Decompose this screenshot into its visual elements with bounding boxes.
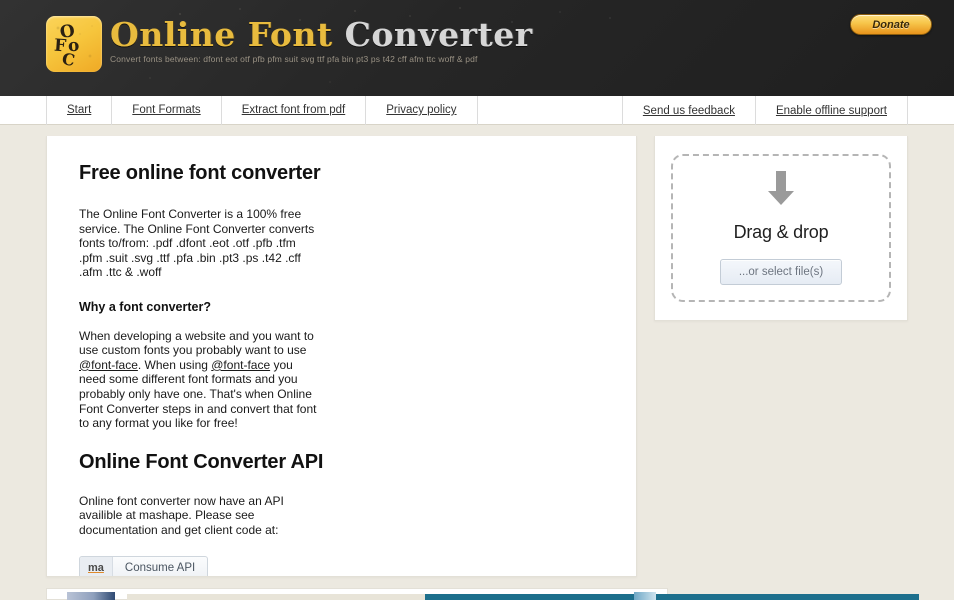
font-face-link-2[interactable]: @font-face: [211, 358, 270, 372]
api-heading: Online Font Converter API: [79, 450, 324, 473]
donate-button[interactable]: Donate: [850, 14, 932, 35]
nav-left-group: Start Font Formats Extract font from pdf…: [46, 95, 478, 125]
main-navigation: Start Font Formats Extract font from pdf…: [0, 95, 954, 125]
why-paragraph: When developing a website and you want t…: [79, 329, 319, 431]
dropzone-label: Drag & drop: [733, 222, 829, 242]
ad-right-badge: [634, 592, 656, 600]
content-card: Free online font converter The Online Fo…: [46, 136, 637, 577]
nav-item-extract-font-from-pdf[interactable]: Extract font from pdf: [220, 95, 366, 125]
nav-right-group: Send us feedback Enable offline support: [621, 96, 908, 125]
ad-frame[interactable]: [46, 588, 919, 600]
consume-api-button[interactable]: ma Consume API: [79, 555, 209, 576]
content-column: The Online Font Converter is a 100% free…: [79, 207, 319, 431]
nav-item-start[interactable]: Start: [46, 95, 111, 125]
nav-item-send-us-feedback[interactable]: Send us feedback: [621, 96, 755, 125]
nav-item-extract-font-from-pdf-label: Extract font from pdf: [241, 104, 346, 116]
nav-item-start-label: Start: [67, 104, 92, 116]
down-arrow-icon: [766, 171, 796, 212]
ad-text-placeholder: [127, 594, 425, 600]
page-title: Free online font converter: [79, 162, 321, 184]
select-files-button[interactable]: ...or select file(s): [719, 259, 843, 285]
nav-item-enable-offline-support[interactable]: Enable offline support: [754, 96, 908, 125]
nav-item-enable-offline-support-label: Enable offline support: [775, 104, 887, 117]
consume-api-label: Consume API: [124, 562, 196, 574]
ad-banner-bar: [425, 594, 919, 600]
site-title: Online Font Converter: [110, 15, 533, 54]
why-text-a: When developing a website and you want t…: [79, 328, 314, 358]
nav-item-privacy-policy-label: Privacy policy: [386, 104, 457, 116]
logo-text-wrap: Online Font Converter Convert fonts betw…: [110, 15, 533, 64]
site-title-part1: Online Font: [110, 15, 345, 54]
file-dropzone[interactable]: Drag & drop ...or select file(s): [671, 154, 891, 302]
nav-item-font-formats-label: Font Formats: [132, 104, 201, 116]
site-header: O F o C Online Font Converter Convert fo…: [0, 0, 954, 96]
nav-item-font-formats[interactable]: Font Formats: [111, 95, 220, 125]
ad-thumbnail: [67, 592, 115, 600]
site-logo[interactable]: O F o C Online Font Converter Convert fo…: [46, 16, 533, 72]
bottom-ad-strip: [0, 588, 954, 600]
intro-paragraph: The Online Font Converter is a 100% free…: [79, 207, 315, 280]
api-column: Online font converter now have an API av…: [79, 494, 319, 538]
nav-item-privacy-policy[interactable]: Privacy policy: [365, 95, 478, 125]
upload-panel: Drag & drop ...or select file(s): [654, 136, 908, 321]
mashape-badge: ma: [80, 556, 113, 576]
why-text-b: . When using: [137, 357, 212, 372]
ofc-monogram-icon: O F o C: [46, 16, 102, 72]
nav-item-send-us-feedback-label: Send us feedback: [642, 104, 735, 117]
page-body: Free online font converter The Online Fo…: [0, 125, 954, 600]
monogram-grain: [46, 16, 102, 72]
why-heading: Why a font converter?: [79, 299, 211, 314]
font-face-link-1[interactable]: @font-face: [79, 358, 138, 372]
api-paragraph: Online font converter now have an API av…: [79, 493, 284, 537]
site-title-part2: Converter: [344, 15, 533, 54]
site-tagline: Convert fonts between: dfont eot otf pfb…: [110, 53, 478, 64]
